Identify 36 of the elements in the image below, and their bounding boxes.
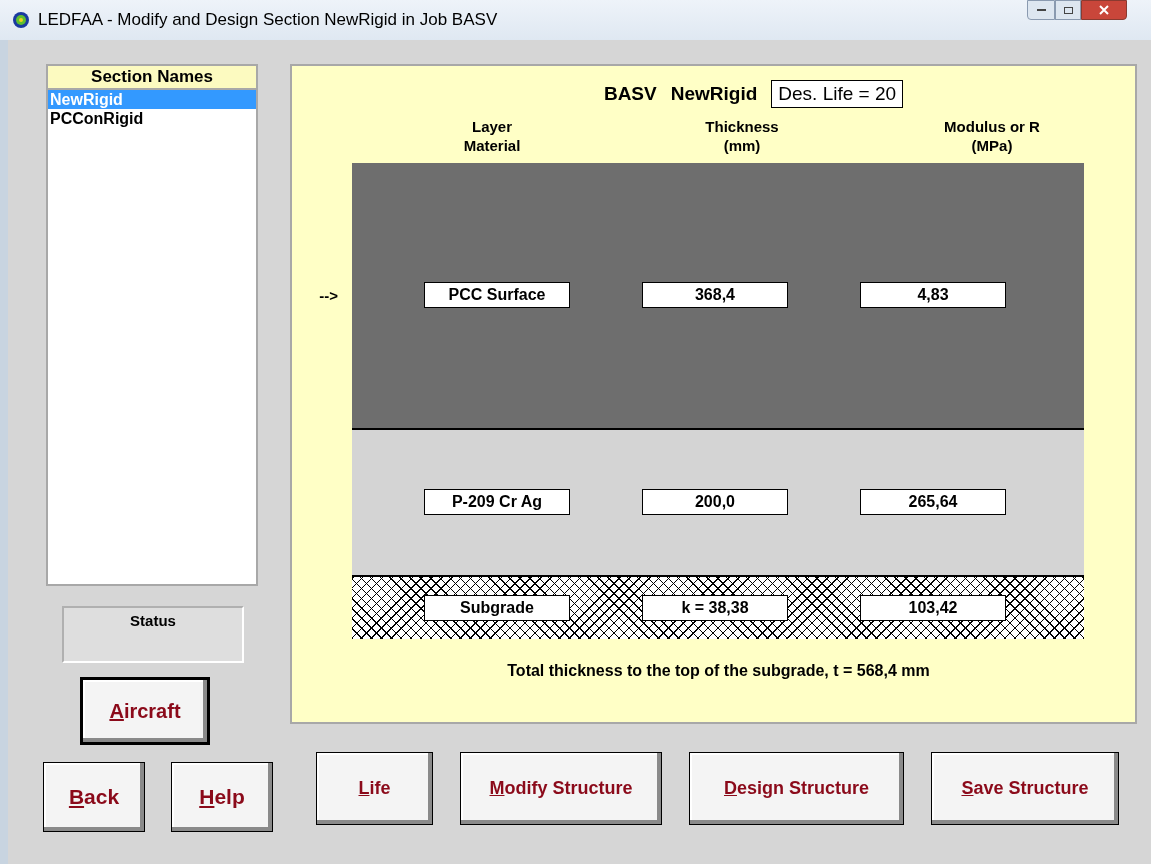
modify-structure-button[interactable]: Modify Structure bbox=[460, 752, 662, 825]
column-heading: Layer bbox=[472, 116, 512, 136]
aircraft-button[interactable]: Aircraft bbox=[80, 677, 210, 745]
close-button[interactable] bbox=[1081, 0, 1127, 20]
minimize-button[interactable] bbox=[1027, 0, 1055, 20]
job-name: BASV bbox=[603, 82, 657, 106]
thickness-field[interactable]: k = 38,38 bbox=[642, 594, 788, 621]
design-structure-button[interactable]: Design Structure bbox=[689, 752, 904, 825]
material-field[interactable]: Subgrade bbox=[424, 594, 570, 621]
back-button[interactable]: Back bbox=[43, 762, 145, 832]
modulus-field[interactable]: 4,83 bbox=[860, 282, 1006, 308]
list-heading: Section Names bbox=[48, 66, 256, 90]
maximize-button[interactable] bbox=[1055, 0, 1081, 20]
modulus-field[interactable]: 103,42 bbox=[860, 594, 1006, 621]
save-structure-button[interactable]: Save Structure bbox=[931, 752, 1119, 825]
section-name: NewRigid bbox=[670, 82, 758, 106]
column-unit: (MPa) bbox=[971, 135, 1013, 155]
status-label: Status bbox=[130, 611, 176, 631]
life-button[interactable]: Life bbox=[316, 752, 433, 825]
app-icon bbox=[12, 11, 30, 29]
window-title: LEDFAA - Modify and Design Section NewRigid in Job BASV bbox=[38, 9, 498, 32]
current-layer-pointer: --> bbox=[319, 285, 338, 306]
column-unit: Material bbox=[463, 135, 521, 155]
total-thickness-text: Total thickness to the top of the subgrade, t = 568,4 mm bbox=[507, 660, 930, 681]
column-unit: (mm) bbox=[723, 135, 761, 155]
column-heading: Modulus or R bbox=[944, 116, 1040, 136]
material-field[interactable]: PCC Surface bbox=[424, 282, 570, 308]
material-field[interactable]: P-209 Cr Ag bbox=[424, 489, 570, 515]
list-item[interactable]: PCConRigid bbox=[48, 109, 256, 128]
column-heading: Thickness bbox=[705, 116, 779, 136]
close-icon bbox=[1099, 5, 1109, 15]
thickness-field[interactable]: 368,4 bbox=[642, 282, 788, 308]
help-button[interactable]: Help bbox=[171, 762, 273, 832]
thickness-field[interactable]: 200,0 bbox=[642, 489, 788, 515]
modulus-field[interactable]: 265,64 bbox=[860, 489, 1006, 515]
design-life-box: Des. Life = 20 bbox=[771, 80, 904, 109]
